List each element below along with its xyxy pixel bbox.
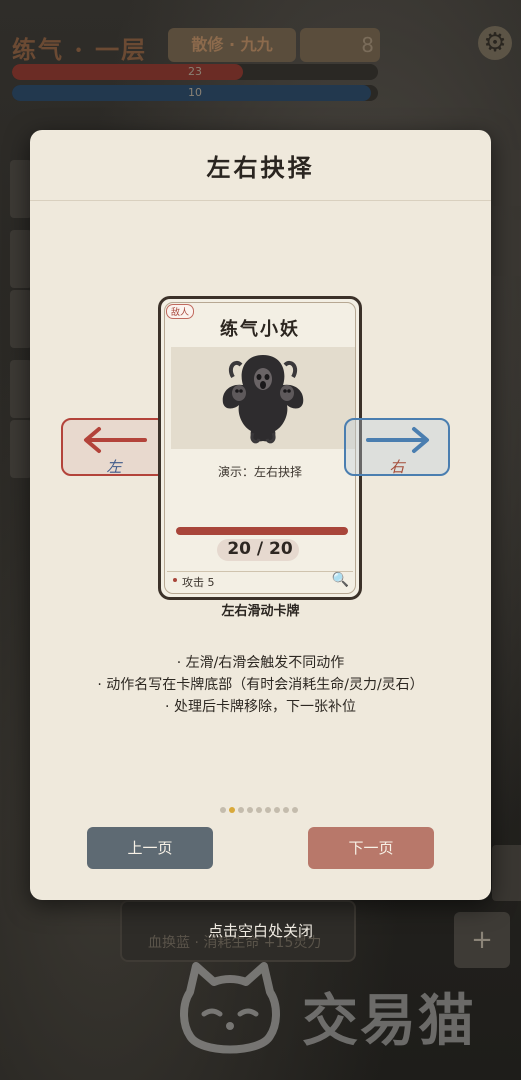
instruction-line: · 动作名写在卡牌底部（有时会消耗生命/灵力/灵石） (97, 677, 424, 693)
instruction-line: · 处理后卡牌移除，下一张补位 (165, 699, 356, 715)
swipe-left-hint: 左 (61, 418, 167, 476)
card-hp-bar (176, 527, 348, 535)
spirit-stone-counter: 8 (300, 28, 380, 62)
gear-icon[interactable]: ⚙ (478, 26, 512, 60)
page-dot (292, 807, 298, 813)
page-dot (274, 807, 280, 813)
background-card-edge (10, 290, 32, 348)
page-dot (238, 807, 244, 813)
swipe-left-label: 左 (106, 458, 122, 476)
card-name: 练气小妖 (220, 319, 300, 340)
attack-label: 攻击 5 (182, 576, 215, 589)
page-dot (265, 807, 271, 813)
ghost-monster-icon (222, 355, 304, 444)
card-art (171, 347, 355, 449)
page-dot (220, 807, 226, 813)
demo-enemy-card[interactable]: 敌人 练气小妖 演示：左右抉择 20 / 20 攻击 5 🔍 (158, 296, 362, 600)
watermark-text: 交易猫 (302, 989, 476, 1054)
card-hp-value: 20 / 20 (227, 539, 293, 559)
realm-label: 练气 · 一层 (12, 35, 148, 64)
next-page-button[interactable]: 下一页 (308, 827, 434, 869)
hp-bar: 23 (12, 64, 378, 80)
card-caption: 左右滑动卡牌 (221, 604, 300, 619)
page-dot (247, 807, 253, 813)
arrow-left-icon (84, 427, 147, 453)
background-card-edge (10, 230, 32, 288)
mp-value: 10 (188, 86, 202, 99)
background-card-edge (10, 360, 32, 418)
close-hint[interactable]: 点击空白处关闭 (0, 920, 521, 941)
background-card-edge (10, 160, 32, 218)
title-divider (30, 200, 491, 201)
instruction-line: · 左滑/右滑会触发不同动作 (176, 655, 345, 671)
top-status-bar: 练气 · 一层 散修 · 九九 8 ⚙ (0, 18, 521, 68)
page-dot-active (229, 807, 235, 813)
page-dot (256, 807, 262, 813)
background-panel-edge (492, 845, 521, 901)
arrow-right-icon (366, 427, 429, 453)
prev-page-button[interactable]: 上一页 (87, 827, 213, 869)
cat-logo-icon (180, 962, 280, 1054)
swipe-right-hint: 右 (344, 418, 450, 476)
modal-title: 左右抉择 (206, 153, 315, 182)
background-card-edge (10, 420, 32, 478)
page-indicator (220, 807, 301, 815)
hp-value: 23 (188, 65, 202, 78)
swipe-right-label: 右 (389, 458, 405, 476)
watermark: 交易猫 (170, 962, 490, 1062)
bullet-dot (173, 578, 177, 582)
instructions: · 左滑/右滑会触发不同动作 · 动作名写在卡牌底部（有时会消耗生命/灵力/灵石… (30, 652, 491, 718)
demo-label: 演示：左右抉择 (217, 465, 302, 479)
background-panel-edge (492, 220, 521, 276)
page-dot (283, 807, 289, 813)
magnifier-icon[interactable]: 🔍 (332, 572, 349, 588)
cultivation-badge: 散修 · 九九 (168, 28, 296, 62)
mp-bar: 10 (12, 85, 378, 101)
background-panel-edge (492, 150, 521, 206)
tutorial-modal: 左右抉择 左 敌人 练气小妖 演示：左右抉择 20 / 20 攻击 5 🔍 右 … (30, 130, 491, 900)
card-action-footer: 攻击 5 🔍 (167, 571, 353, 591)
